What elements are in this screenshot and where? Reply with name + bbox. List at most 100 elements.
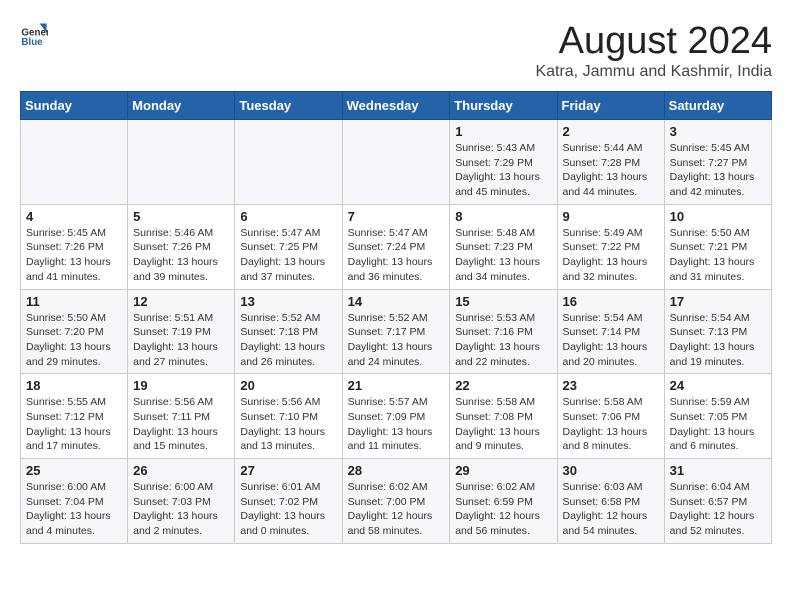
day-number: 30	[563, 463, 659, 478]
day-info: Sunrise: 5:47 AM Sunset: 7:24 PM Dayligh…	[348, 226, 445, 285]
day-number: 3	[670, 124, 766, 139]
svg-text:Blue: Blue	[21, 37, 43, 48]
calendar-cell: 15 Sunrise: 5:53 AM Sunset: 7:16 PM Dayli…	[450, 289, 557, 374]
calendar-cell: 2Sunrise: 5:44 AM Sunset: 7:28 PM Daylig…	[557, 120, 664, 205]
calendar-cell	[342, 120, 450, 205]
location-title: Katra, Jammu and Kashmir, India	[535, 63, 772, 81]
calendar-header-tuesday: Tuesday	[235, 92, 342, 120]
day-info: Sunrise: 5:51 AM Sunset: 7:19 PM Dayligh…	[133, 311, 229, 370]
calendar-cell: 22 Sunrise: 5:58 AM Sunset: 7:08 PM Dayli…	[450, 374, 557, 459]
calendar-cell: 14Sunrise: 5:52 AM Sunset: 7:17 PM Dayli…	[342, 289, 450, 374]
calendar-cell: 3 Sunrise: 5:45 AM Sunset: 7:27 PM Daylig…	[664, 120, 771, 205]
day-number: 27	[240, 463, 336, 478]
day-info: Sunrise: 5:56 AM Sunset: 7:10 PM Dayligh…	[240, 395, 336, 454]
calendar-table: SundayMondayTuesdayWednesdayThursdayFrid…	[20, 91, 772, 544]
day-info: Sunrise: 5:45 AM Sunset: 7:27 PM Dayligh…	[670, 141, 766, 200]
calendar-cell	[128, 120, 235, 205]
calendar-cell: 25 Sunrise: 6:00 AM Sunset: 7:04 PM Dayli…	[21, 459, 128, 544]
calendar-cell: 6 Sunrise: 5:47 AM Sunset: 7:25 PM Daylig…	[235, 204, 342, 289]
calendar-week-row: 11 Sunrise: 5:50 AM Sunset: 7:20 PM Dayli…	[21, 289, 772, 374]
calendar-cell: 21 Sunrise: 5:57 AM Sunset: 7:09 PM Dayli…	[342, 374, 450, 459]
day-number: 13	[240, 294, 336, 309]
day-number: 20	[240, 378, 336, 393]
day-info: Sunrise: 5:50 AM Sunset: 7:20 PM Dayligh…	[26, 311, 122, 370]
day-info: Sunrise: 6:03 AM Sunset: 6:58 PM Dayligh…	[563, 480, 659, 539]
day-info: Sunrise: 5:53 AM Sunset: 7:16 PM Dayligh…	[455, 311, 551, 370]
day-info: Sunrise: 5:43 AM Sunset: 7:29 PM Dayligh…	[455, 141, 551, 200]
calendar-cell: 20 Sunrise: 5:56 AM Sunset: 7:10 PM Dayli…	[235, 374, 342, 459]
day-info: Sunrise: 5:57 AM Sunset: 7:09 PM Dayligh…	[348, 395, 445, 454]
day-number: 22	[455, 378, 551, 393]
title-block: August 2024 Katra, Jammu and Kashmir, In…	[535, 20, 772, 81]
logo: General Blue	[20, 20, 48, 48]
day-info: Sunrise: 5:45 AM Sunset: 7:26 PM Dayligh…	[26, 226, 122, 285]
day-number: 21	[348, 378, 445, 393]
day-info: Sunrise: 6:02 AM Sunset: 6:59 PM Dayligh…	[455, 480, 551, 539]
day-info: Sunrise: 5:47 AM Sunset: 7:25 PM Dayligh…	[240, 226, 336, 285]
logo-icon: General Blue	[20, 20, 48, 48]
calendar-cell: 29 Sunrise: 6:02 AM Sunset: 6:59 PM Dayli…	[450, 459, 557, 544]
day-info: Sunrise: 6:04 AM Sunset: 6:57 PM Dayligh…	[670, 480, 766, 539]
day-info: Sunrise: 5:44 AM Sunset: 7:28 PM Dayligh…	[563, 141, 659, 200]
day-info: Sunrise: 6:00 AM Sunset: 7:03 PM Dayligh…	[133, 480, 229, 539]
calendar-week-row: 25 Sunrise: 6:00 AM Sunset: 7:04 PM Dayli…	[21, 459, 772, 544]
day-number: 29	[455, 463, 551, 478]
calendar-header-saturday: Saturday	[664, 92, 771, 120]
month-year-title: August 2024	[535, 20, 772, 63]
day-info: Sunrise: 5:58 AM Sunset: 7:08 PM Dayligh…	[455, 395, 551, 454]
day-info: Sunrise: 5:54 AM Sunset: 7:14 PM Dayligh…	[563, 311, 659, 370]
day-number: 1	[455, 124, 551, 139]
day-number: 14	[348, 294, 445, 309]
calendar-cell: 28Sunrise: 6:02 AM Sunset: 7:00 PM Dayli…	[342, 459, 450, 544]
day-info: Sunrise: 6:01 AM Sunset: 7:02 PM Dayligh…	[240, 480, 336, 539]
day-info: Sunrise: 5:48 AM Sunset: 7:23 PM Dayligh…	[455, 226, 551, 285]
calendar-header-row: SundayMondayTuesdayWednesdayThursdayFrid…	[21, 92, 772, 120]
calendar-cell: 24Sunrise: 5:59 AM Sunset: 7:05 PM Dayli…	[664, 374, 771, 459]
calendar-cell: 13 Sunrise: 5:52 AM Sunset: 7:18 PM Dayli…	[235, 289, 342, 374]
calendar-header-sunday: Sunday	[21, 92, 128, 120]
calendar-cell: 1 Sunrise: 5:43 AM Sunset: 7:29 PM Daylig…	[450, 120, 557, 205]
day-number: 12	[133, 294, 229, 309]
calendar-cell: 17 Sunrise: 5:54 AM Sunset: 7:13 PM Dayli…	[664, 289, 771, 374]
day-number: 5	[133, 209, 229, 224]
day-number: 15	[455, 294, 551, 309]
calendar-cell: 30 Sunrise: 6:03 AM Sunset: 6:58 PM Dayli…	[557, 459, 664, 544]
calendar-cell: 18Sunrise: 5:55 AM Sunset: 7:12 PM Dayli…	[21, 374, 128, 459]
day-info: Sunrise: 5:54 AM Sunset: 7:13 PM Dayligh…	[670, 311, 766, 370]
day-number: 26	[133, 463, 229, 478]
day-number: 8	[455, 209, 551, 224]
day-info: Sunrise: 5:56 AM Sunset: 7:11 PM Dayligh…	[133, 395, 229, 454]
calendar-body: 1 Sunrise: 5:43 AM Sunset: 7:29 PM Daylig…	[21, 120, 772, 544]
calendar-week-row: 1 Sunrise: 5:43 AM Sunset: 7:29 PM Daylig…	[21, 120, 772, 205]
calendar-cell: 19 Sunrise: 5:56 AM Sunset: 7:11 PM Dayli…	[128, 374, 235, 459]
day-info: Sunrise: 5:46 AM Sunset: 7:26 PM Dayligh…	[133, 226, 229, 285]
day-number: 17	[670, 294, 766, 309]
day-info: Sunrise: 6:00 AM Sunset: 7:04 PM Dayligh…	[26, 480, 122, 539]
calendar-week-row: 18Sunrise: 5:55 AM Sunset: 7:12 PM Dayli…	[21, 374, 772, 459]
day-number: 16	[563, 294, 659, 309]
day-number: 23	[563, 378, 659, 393]
calendar-cell: 10Sunrise: 5:50 AM Sunset: 7:21 PM Dayli…	[664, 204, 771, 289]
day-number: 25	[26, 463, 122, 478]
day-number: 6	[240, 209, 336, 224]
day-info: Sunrise: 6:02 AM Sunset: 7:00 PM Dayligh…	[348, 480, 445, 539]
calendar-cell: 4 Sunrise: 5:45 AM Sunset: 7:26 PM Daylig…	[21, 204, 128, 289]
day-number: 11	[26, 294, 122, 309]
calendar-cell: 26 Sunrise: 6:00 AM Sunset: 7:03 PM Dayli…	[128, 459, 235, 544]
calendar-header-wednesday: Wednesday	[342, 92, 450, 120]
calendar-cell: 7 Sunrise: 5:47 AM Sunset: 7:24 PM Daylig…	[342, 204, 450, 289]
calendar-cell: 12 Sunrise: 5:51 AM Sunset: 7:19 PM Dayli…	[128, 289, 235, 374]
calendar-cell: 27 Sunrise: 6:01 AM Sunset: 7:02 PM Dayli…	[235, 459, 342, 544]
day-info: Sunrise: 5:52 AM Sunset: 7:18 PM Dayligh…	[240, 311, 336, 370]
calendar-cell: 23 Sunrise: 5:58 AM Sunset: 7:06 PM Dayli…	[557, 374, 664, 459]
day-number: 24	[670, 378, 766, 393]
calendar-cell: 11 Sunrise: 5:50 AM Sunset: 7:20 PM Dayli…	[21, 289, 128, 374]
day-number: 19	[133, 378, 229, 393]
day-info: Sunrise: 5:58 AM Sunset: 7:06 PM Dayligh…	[563, 395, 659, 454]
calendar-header-friday: Friday	[557, 92, 664, 120]
day-number: 10	[670, 209, 766, 224]
day-number: 4	[26, 209, 122, 224]
day-number: 7	[348, 209, 445, 224]
day-number: 31	[670, 463, 766, 478]
calendar-header-thursday: Thursday	[450, 92, 557, 120]
